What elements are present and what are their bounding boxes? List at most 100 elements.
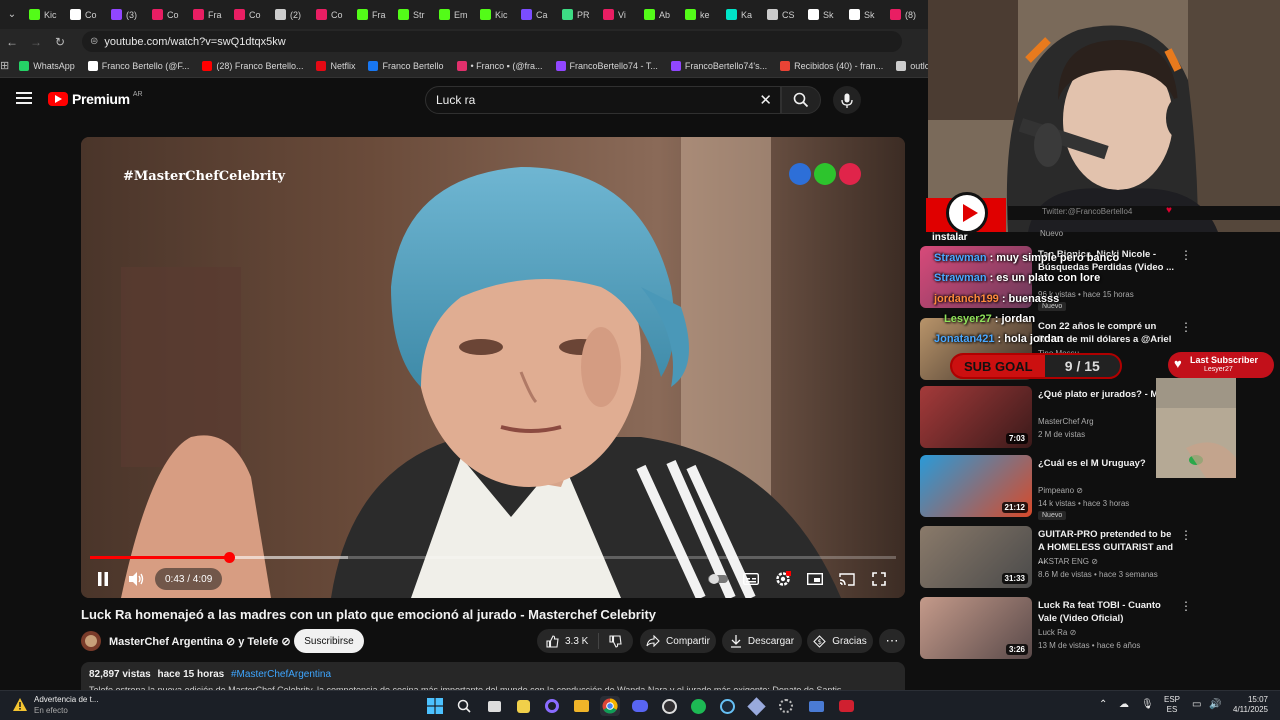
browser-tab[interactable]: ke — [682, 4, 723, 26]
microphone-tray-icon[interactable]: 🎙 — [1141, 700, 1154, 710]
browser-tab[interactable]: Ab — [641, 4, 682, 26]
steam-icon[interactable] — [717, 696, 737, 716]
recommendation-item[interactable]: 21:12 ¿Cuál es el M Uruguay? Pimpeano ⊘ 14 … — [920, 455, 1192, 520]
clock[interactable]: 15:07 4/11/2025 — [1222, 695, 1268, 715]
forward-icon[interactable]: → — [24, 35, 48, 49]
app-icon-monitor[interactable] — [806, 696, 826, 716]
bookmark-item[interactable]: (28) Franco Bertello... — [202, 60, 303, 71]
bookmark-item[interactable]: Franco Bertello — [368, 60, 444, 71]
volume-button[interactable] — [127, 569, 147, 589]
progress-bar[interactable] — [90, 552, 896, 563]
browser-tab[interactable]: (3) — [108, 4, 149, 26]
spotify-icon[interactable] — [688, 696, 708, 716]
more-vertical-icon[interactable]: ⋮ — [1180, 599, 1192, 613]
onedrive-icon[interactable]: ☁ — [1119, 700, 1129, 710]
settings-button[interactable] — [772, 569, 794, 589]
recommendation-thumbnail[interactable]: 3:26 — [920, 597, 1032, 659]
browser-tab[interactable]: Sk — [846, 4, 887, 26]
bookmark-item[interactable]: Franco Bertello (@F... — [87, 60, 189, 71]
file-explorer-icon[interactable] — [571, 696, 591, 716]
cast-button[interactable] — [836, 569, 858, 589]
recommendation-thumbnail[interactable]: 21:12 — [920, 455, 1032, 517]
bookmark-item[interactable]: Recibidos (40) - fran... — [780, 60, 883, 71]
recommendation-item[interactable]: 3:26 Luck Ra feat TOBI - Cuanto Vale (Vid… — [920, 597, 1192, 659]
start-button[interactable] — [425, 696, 445, 716]
bookmark-item[interactable]: FrancoBertello74 - T... — [555, 60, 658, 71]
chrome-icon[interactable] — [600, 696, 620, 716]
app-icon-red[interactable] — [836, 696, 856, 716]
subscribe-button[interactable]: Suscribirse — [294, 629, 364, 653]
widgets-icon[interactable] — [513, 696, 533, 716]
browser-tab[interactable]: Kic — [26, 4, 67, 26]
fullscreen-button[interactable] — [868, 569, 890, 589]
browser-tab[interactable]: Vi — [600, 4, 641, 26]
browser-tab[interactable]: (2) — [272, 4, 313, 26]
miniplayer-button[interactable] — [804, 569, 826, 589]
warning-icon[interactable] — [12, 697, 28, 713]
more-vertical-icon[interactable]: ⋮ — [1180, 528, 1192, 542]
bookmark-item[interactable]: Netflix — [316, 60, 355, 71]
bookmark-item[interactable]: WhatsApp — [19, 60, 75, 71]
channel-avatar[interactable] — [81, 631, 101, 651]
more-actions-button[interactable]: ⋯ — [879, 629, 905, 653]
recommendation-item[interactable]: 31:33 GUITAR-PRO pretended to be A HOMELE… — [920, 526, 1192, 588]
dislike-button[interactable] — [599, 634, 632, 648]
browser-tab[interactable]: Co — [231, 4, 272, 26]
channel-name[interactable]: MasterChef Argentina ⊘ y Telefe ⊘ — [109, 635, 291, 648]
browser-tab[interactable]: Em — [436, 4, 477, 26]
like-button[interactable]: 3.3 K — [537, 633, 599, 649]
browser-tab[interactable]: Ca — [518, 4, 559, 26]
copilot-icon[interactable] — [542, 696, 562, 716]
browser-tab[interactable]: (8) — [887, 4, 928, 26]
notification-title[interactable]: Advertencia de t... — [34, 695, 98, 704]
voice-search-button[interactable] — [833, 86, 861, 114]
browser-tab[interactable]: CS — [764, 4, 805, 26]
recommendation-thumbnail[interactable]: 31:33 — [920, 526, 1032, 588]
obs-icon[interactable] — [659, 696, 679, 716]
taskbar-search-icon[interactable] — [454, 696, 474, 716]
browser-tab[interactable]: Co — [313, 4, 354, 26]
hidden-icons-chevron[interactable]: ⌃ — [1099, 700, 1107, 710]
search-input[interactable]: Luck ra ✕ — [425, 86, 781, 114]
more-vertical-icon[interactable]: ⋮ — [1180, 320, 1192, 334]
browser-tab[interactable]: Kic — [477, 4, 518, 26]
autoplay-toggle[interactable] — [707, 569, 729, 589]
bookmark-item[interactable]: • Franco ▪ (@fra... — [456, 60, 543, 71]
browser-tab[interactable]: Co — [149, 4, 190, 26]
menu-icon[interactable] — [16, 92, 32, 104]
app-icon-cube[interactable] — [746, 696, 766, 716]
app-icon-network[interactable] — [776, 696, 796, 716]
reload-icon[interactable]: ↻ — [48, 35, 72, 49]
browser-tab[interactable]: PR — [559, 4, 600, 26]
recommendation-item[interactable]: 7:03 ¿Qué plato er jurados? - Ma MasterChe… — [920, 386, 1192, 448]
thanks-button[interactable]: $ Gracias — [807, 629, 873, 653]
search-button[interactable] — [781, 86, 821, 114]
bookmark-item[interactable]: FrancoBertello74's... — [670, 60, 767, 71]
tab-search-icon[interactable]: ⌄ — [4, 4, 20, 26]
subtitles-button[interactable] — [740, 569, 762, 589]
network-icon[interactable]: ▭ — [1192, 700, 1201, 710]
download-button[interactable]: Descargar — [722, 629, 802, 653]
browser-tab[interactable]: Fra — [354, 4, 395, 26]
task-view-icon[interactable] — [484, 696, 504, 716]
youtube-premium-logo[interactable]: Premium AR — [48, 91, 143, 107]
pause-button[interactable] — [93, 569, 113, 589]
description-box[interactable]: 82,897 vistas hace 15 horas #MasterChefA… — [81, 662, 905, 695]
volume-tray-icon[interactable]: 🔊 — [1209, 700, 1221, 710]
site-info-icon[interactable]: ⊜ — [90, 36, 98, 47]
recommendation-thumbnail[interactable]: 7:03 — [920, 386, 1032, 448]
back-icon[interactable]: ← — [0, 35, 24, 49]
browser-tab[interactable]: Sk — [805, 4, 846, 26]
url-field[interactable]: ⊜ youtube.com/watch?v=swQ1dtqx5kw — [82, 31, 902, 52]
browser-tab[interactable]: Ka — [723, 4, 764, 26]
browser-tab[interactable]: Co — [67, 4, 108, 26]
share-button[interactable]: Compartir — [640, 629, 716, 653]
description-hashtag[interactable]: #MasterChefArgentina — [231, 669, 331, 680]
more-vertical-icon[interactable]: ⋮ — [1180, 248, 1192, 262]
language-indicator[interactable]: ESP ES — [1162, 695, 1182, 715]
clear-search-icon[interactable]: ✕ — [759, 91, 772, 109]
apps-grid-icon[interactable]: ⊞ — [0, 59, 9, 72]
discord-icon[interactable] — [630, 696, 650, 716]
video-player[interactable]: #MasterChefCelebrity 0:43 / 4:09 — [81, 137, 905, 598]
browser-tab[interactable]: Str — [395, 4, 436, 26]
